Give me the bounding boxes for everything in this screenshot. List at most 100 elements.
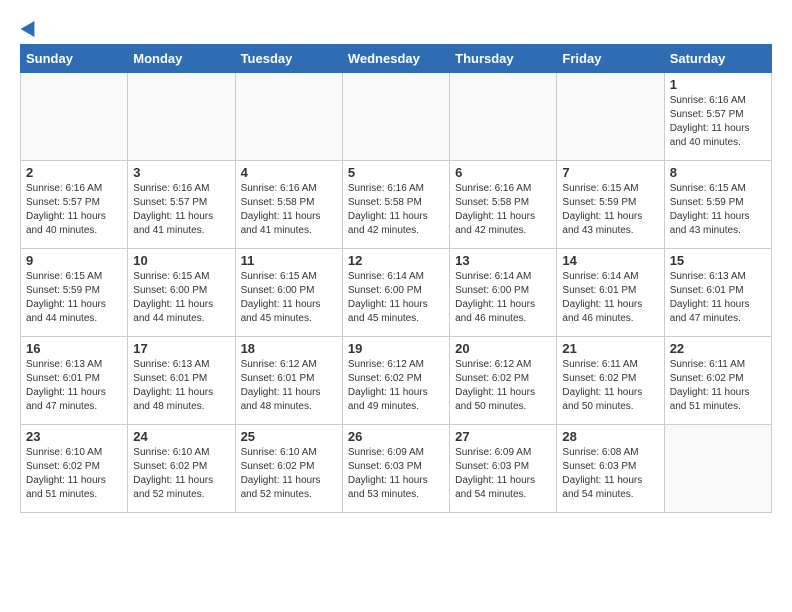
calendar-cell: 9 Sunrise: 6:15 AMSunset: 5:59 PMDaylight… — [21, 249, 128, 337]
calendar-cell: 6 Sunrise: 6:16 AMSunset: 5:58 PMDaylight… — [450, 161, 557, 249]
calendar-cell: 22 Sunrise: 6:11 AMSunset: 6:02 PMDayligh… — [664, 337, 771, 425]
day-info: Sunrise: 6:16 AMSunset: 5:58 PMDaylight:… — [348, 182, 444, 238]
day-info: Sunrise: 6:12 AMSunset: 6:02 PMDaylight:… — [455, 358, 551, 414]
day-info: Sunrise: 6:15 AMSunset: 5:59 PMDaylight:… — [670, 182, 766, 238]
calendar-cell: 28 Sunrise: 6:08 AMSunset: 6:03 PMDayligh… — [557, 425, 664, 513]
calendar-cell: 13 Sunrise: 6:14 AMSunset: 6:00 PMDayligh… — [450, 249, 557, 337]
calendar-cell: 25 Sunrise: 6:10 AMSunset: 6:02 PMDayligh… — [235, 425, 342, 513]
calendar-cell — [342, 73, 449, 161]
day-number: 13 — [455, 253, 551, 268]
day-info: Sunrise: 6:08 AMSunset: 6:03 PMDaylight:… — [562, 446, 658, 502]
day-info: Sunrise: 6:11 AMSunset: 6:02 PMDaylight:… — [670, 358, 766, 414]
day-number: 3 — [133, 165, 229, 180]
calendar-cell: 1 Sunrise: 6:16 AMSunset: 5:57 PMDaylight… — [664, 73, 771, 161]
day-number: 5 — [348, 165, 444, 180]
day-number: 9 — [26, 253, 122, 268]
day-number: 24 — [133, 429, 229, 444]
calendar-cell: 8 Sunrise: 6:15 AMSunset: 5:59 PMDaylight… — [664, 161, 771, 249]
calendar-cell: 15 Sunrise: 6:13 AMSunset: 6:01 PMDayligh… — [664, 249, 771, 337]
day-number: 17 — [133, 341, 229, 356]
calendar-cell: 27 Sunrise: 6:09 AMSunset: 6:03 PMDayligh… — [450, 425, 557, 513]
day-info: Sunrise: 6:12 AMSunset: 6:02 PMDaylight:… — [348, 358, 444, 414]
calendar-cell: 26 Sunrise: 6:09 AMSunset: 6:03 PMDayligh… — [342, 425, 449, 513]
day-number: 21 — [562, 341, 658, 356]
calendar-cell: 5 Sunrise: 6:16 AMSunset: 5:58 PMDaylight… — [342, 161, 449, 249]
calendar-cell: 11Sunrise: 6:15 AMSunset: 6:00 PMDayligh… — [235, 249, 342, 337]
day-number: 19 — [348, 341, 444, 356]
day-info: Sunrise: 6:11 AMSunset: 6:02 PMDaylight:… — [562, 358, 658, 414]
calendar-cell — [21, 73, 128, 161]
calendar-cell: 2 Sunrise: 6:16 AMSunset: 5:57 PMDaylight… — [21, 161, 128, 249]
calendar-week-1: 1 Sunrise: 6:16 AMSunset: 5:57 PMDaylight… — [21, 73, 772, 161]
calendar-cell: 14 Sunrise: 6:14 AMSunset: 6:01 PMDayligh… — [557, 249, 664, 337]
calendar-cell: 19 Sunrise: 6:12 AMSunset: 6:02 PMDayligh… — [342, 337, 449, 425]
day-number: 10 — [133, 253, 229, 268]
weekday-header-thursday: Thursday — [450, 45, 557, 73]
calendar-cell — [557, 73, 664, 161]
day-number: 4 — [241, 165, 337, 180]
day-info: Sunrise: 6:09 AMSunset: 6:03 PMDaylight:… — [348, 446, 444, 502]
calendar-cell — [128, 73, 235, 161]
day-info: Sunrise: 6:14 AMSunset: 6:00 PMDaylight:… — [455, 270, 551, 326]
day-number: 26 — [348, 429, 444, 444]
calendar-week-2: 2 Sunrise: 6:16 AMSunset: 5:57 PMDaylight… — [21, 161, 772, 249]
calendar-cell: 18 Sunrise: 6:12 AMSunset: 6:01 PMDayligh… — [235, 337, 342, 425]
day-number: 8 — [670, 165, 766, 180]
calendar-cell: 16 Sunrise: 6:13 AMSunset: 6:01 PMDayligh… — [21, 337, 128, 425]
calendar-week-5: 23 Sunrise: 6:10 AMSunset: 6:02 PMDayligh… — [21, 425, 772, 513]
calendar-week-4: 16 Sunrise: 6:13 AMSunset: 6:01 PMDayligh… — [21, 337, 772, 425]
calendar-cell: 24 Sunrise: 6:10 AMSunset: 6:02 PMDayligh… — [128, 425, 235, 513]
calendar-table: SundayMondayTuesdayWednesdayThursdayFrid… — [20, 44, 772, 513]
day-info: Sunrise: 6:16 AMSunset: 5:57 PMDaylight:… — [670, 94, 766, 150]
day-number: 6 — [455, 165, 551, 180]
day-number: 23 — [26, 429, 122, 444]
calendar-cell: 17 Sunrise: 6:13 AMSunset: 6:01 PMDayligh… — [128, 337, 235, 425]
day-number: 1 — [670, 77, 766, 92]
page-header — [20, 20, 772, 34]
day-info: Sunrise: 6:14 AMSunset: 6:00 PMDaylight:… — [348, 270, 444, 326]
weekday-header-friday: Friday — [557, 45, 664, 73]
day-number: 14 — [562, 253, 658, 268]
day-info: Sunrise: 6:09 AMSunset: 6:03 PMDaylight:… — [455, 446, 551, 502]
calendar-cell: 20Sunrise: 6:12 AMSunset: 6:02 PMDayligh… — [450, 337, 557, 425]
day-info: Sunrise: 6:15 AMSunset: 6:00 PMDaylight:… — [241, 270, 337, 326]
day-number: 7 — [562, 165, 658, 180]
calendar-week-3: 9 Sunrise: 6:15 AMSunset: 5:59 PMDaylight… — [21, 249, 772, 337]
day-info: Sunrise: 6:13 AMSunset: 6:01 PMDaylight:… — [133, 358, 229, 414]
day-number: 16 — [26, 341, 122, 356]
day-number: 28 — [562, 429, 658, 444]
day-info: Sunrise: 6:10 AMSunset: 6:02 PMDaylight:… — [241, 446, 337, 502]
day-info: Sunrise: 6:10 AMSunset: 6:02 PMDaylight:… — [133, 446, 229, 502]
calendar-cell: 12 Sunrise: 6:14 AMSunset: 6:00 PMDayligh… — [342, 249, 449, 337]
calendar-cell — [664, 425, 771, 513]
day-info: Sunrise: 6:15 AMSunset: 5:59 PMDaylight:… — [26, 270, 122, 326]
calendar-cell: 21 Sunrise: 6:11 AMSunset: 6:02 PMDayligh… — [557, 337, 664, 425]
calendar-cell: 7 Sunrise: 6:15 AMSunset: 5:59 PMDaylight… — [557, 161, 664, 249]
weekday-header-monday: Monday — [128, 45, 235, 73]
day-number: 2 — [26, 165, 122, 180]
day-info: Sunrise: 6:16 AMSunset: 5:57 PMDaylight:… — [26, 182, 122, 238]
day-info: Sunrise: 6:16 AMSunset: 5:57 PMDaylight:… — [133, 182, 229, 238]
day-number: 18 — [241, 341, 337, 356]
day-info: Sunrise: 6:14 AMSunset: 6:01 PMDaylight:… — [562, 270, 658, 326]
day-number: 15 — [670, 253, 766, 268]
weekday-header-tuesday: Tuesday — [235, 45, 342, 73]
day-number: 25 — [241, 429, 337, 444]
weekday-header-sunday: Sunday — [21, 45, 128, 73]
day-number: 27 — [455, 429, 551, 444]
day-info: Sunrise: 6:15 AMSunset: 6:00 PMDaylight:… — [133, 270, 229, 326]
day-number: 12 — [348, 253, 444, 268]
calendar-cell — [450, 73, 557, 161]
calendar-cell: 23Sunrise: 6:10 AMSunset: 6:02 PMDayligh… — [21, 425, 128, 513]
weekday-header-wednesday: Wednesday — [342, 45, 449, 73]
day-info: Sunrise: 6:12 AMSunset: 6:01 PMDaylight:… — [241, 358, 337, 414]
day-number: 22 — [670, 341, 766, 356]
calendar-cell: 4Sunrise: 6:16 AMSunset: 5:58 PMDaylight… — [235, 161, 342, 249]
day-info: Sunrise: 6:16 AMSunset: 5:58 PMDaylight:… — [455, 182, 551, 238]
day-info: Sunrise: 6:13 AMSunset: 6:01 PMDaylight:… — [26, 358, 122, 414]
logo-icon — [21, 17, 42, 37]
day-info: Sunrise: 6:13 AMSunset: 6:01 PMDaylight:… — [670, 270, 766, 326]
calendar-cell: 10 Sunrise: 6:15 AMSunset: 6:00 PMDayligh… — [128, 249, 235, 337]
day-info: Sunrise: 6:15 AMSunset: 5:59 PMDaylight:… — [562, 182, 658, 238]
weekday-header-saturday: Saturday — [664, 45, 771, 73]
